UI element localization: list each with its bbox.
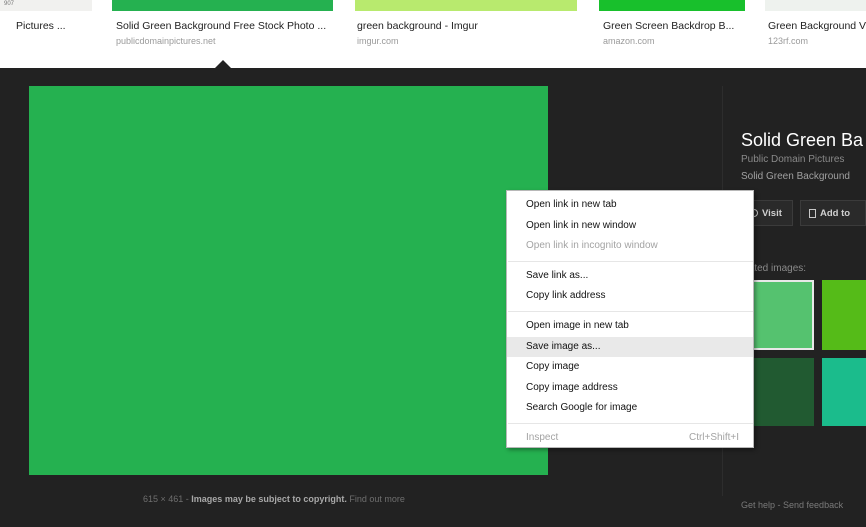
menu-copy-link-address[interactable]: Copy link address bbox=[507, 286, 753, 307]
menu-save-image-as[interactable]: Save image as... bbox=[507, 336, 753, 358]
result-site: 123rf.com bbox=[768, 36, 809, 46]
result-title[interactable]: Solid Green Background Free Stock Photo … bbox=[116, 20, 326, 32]
context-menu: Open link in new tab Open link in new wi… bbox=[506, 190, 754, 448]
result-item-3[interactable]: Green Screen Backdrop B... amazon.com bbox=[603, 20, 734, 46]
send-feedback-link[interactable]: Send feedback bbox=[783, 500, 843, 510]
result-item-1[interactable]: Solid Green Background Free Stock Photo … bbox=[116, 20, 326, 46]
menu-save-link-as[interactable]: Save link as... bbox=[507, 266, 753, 287]
result-title[interactable]: Green Background V bbox=[768, 20, 866, 32]
menu-open-link-new-tab[interactable]: Open link in new tab bbox=[507, 195, 753, 216]
result-item-4[interactable]: Green Background V 123rf.com bbox=[768, 20, 866, 46]
footer-links: Get help - Send feedback bbox=[741, 500, 843, 510]
add-to-collection-button[interactable]: Add to bbox=[800, 200, 866, 226]
menu-inspect[interactable]: Inspect Ctrl+Shift+I bbox=[507, 428, 753, 449]
image-meta: 615 × 461 - Images may be subject to cop… bbox=[143, 494, 405, 504]
bookmark-icon bbox=[809, 208, 816, 218]
menu-separator bbox=[508, 310, 753, 312]
result-site: publicdomainpictures.net bbox=[116, 36, 216, 46]
menu-inspect-shortcut: Ctrl+Shift+I bbox=[688, 431, 739, 443]
copyright-notice: Images may be subject to copyright. bbox=[191, 494, 347, 504]
thumb-label: 907 bbox=[4, 1, 15, 7]
image-description: Solid Green Background bbox=[741, 171, 850, 182]
menu-separator bbox=[508, 422, 753, 424]
visit-label: Visit bbox=[762, 207, 782, 219]
result-site: imgur.com bbox=[357, 36, 399, 46]
result-thumb-3[interactable] bbox=[599, 0, 745, 11]
result-thumb-4[interactable] bbox=[765, 0, 866, 11]
image-source[interactable]: Public Domain Pictures bbox=[741, 154, 844, 165]
related-image-4[interactable] bbox=[822, 358, 866, 426]
result-thumb-0[interactable]: 907 bbox=[0, 0, 92, 11]
related-image-1[interactable] bbox=[752, 280, 814, 350]
results-strip: 907 Pictures ... Solid Green Background … bbox=[0, 0, 866, 69]
result-item-2[interactable]: green background - Imgur imgur.com bbox=[357, 20, 478, 46]
result-thumb-2[interactable] bbox=[355, 0, 577, 11]
related-image-2[interactable] bbox=[822, 280, 866, 350]
menu-open-link-new-window[interactable]: Open link in new window bbox=[507, 216, 753, 237]
image-title[interactable]: Solid Green Ba bbox=[741, 130, 863, 151]
related-image-3[interactable] bbox=[752, 358, 814, 426]
result-item-0[interactable]: Pictures ... bbox=[16, 20, 66, 32]
preview-image[interactable] bbox=[29, 86, 548, 475]
result-title[interactable]: Pictures ... bbox=[16, 20, 66, 32]
menu-search-google-for-image[interactable]: Search Google for image bbox=[507, 398, 753, 419]
result-thumb-1[interactable] bbox=[112, 0, 333, 11]
get-help-link[interactable]: Get help bbox=[741, 500, 775, 510]
result-title[interactable]: Green Screen Backdrop B... bbox=[603, 20, 734, 32]
menu-copy-image[interactable]: Copy image bbox=[507, 357, 753, 378]
menu-open-image-new-tab[interactable]: Open image in new tab bbox=[507, 316, 753, 337]
image-dimensions: 615 × 461 bbox=[143, 494, 184, 504]
result-site: amazon.com bbox=[603, 36, 655, 46]
menu-open-link-incognito: Open link in incognito window bbox=[526, 240, 658, 252]
menu-copy-image-address[interactable]: Copy image address bbox=[507, 378, 753, 399]
add-label: Add to bbox=[820, 207, 851, 219]
find-out-more-link[interactable]: Find out more bbox=[347, 494, 405, 504]
footer-separator: - bbox=[775, 500, 784, 510]
menu-separator bbox=[508, 260, 753, 262]
result-title[interactable]: green background - Imgur bbox=[357, 20, 478, 32]
menu-inspect-label: Inspect bbox=[526, 431, 559, 443]
